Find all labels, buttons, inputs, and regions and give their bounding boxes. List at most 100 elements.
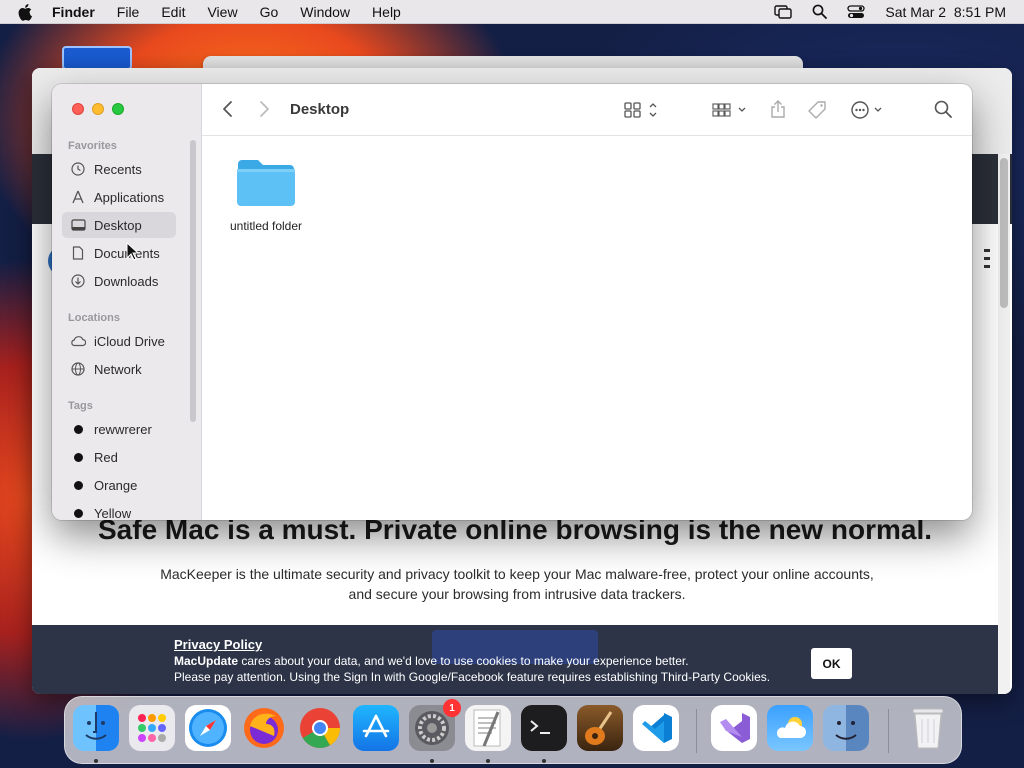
dock-app-weather[interactable] (767, 705, 813, 751)
spotlight-search-icon[interactable] (812, 4, 828, 19)
tag-color-dot (74, 452, 83, 462)
finder-toolbar: Desktop (202, 84, 972, 136)
sidebar-tag-rewwrerer[interactable]: rewwrerer (62, 416, 176, 442)
menu-bar: Finder File Edit View Go Window Help Sat… (0, 0, 1024, 24)
sidebar-item-recents[interactable]: Recents (62, 156, 176, 182)
garageband-icon (585, 711, 613, 745)
desktop-icon (70, 217, 86, 233)
tag-color-dot (74, 480, 83, 490)
cookie-line-1-text: cares about your data, and we'd love to … (238, 654, 689, 668)
finder-icon (85, 712, 107, 740)
browser-scroll-thumb[interactable] (1000, 158, 1008, 308)
cookie-banner: Privacy Policy MacUpdate cares about you… (32, 625, 998, 694)
menu-go[interactable]: Go (260, 4, 279, 20)
notification-badge: 1 (443, 699, 461, 717)
finder-alt-icon (835, 721, 857, 740)
dock-app-visual-studio[interactable] (711, 705, 757, 751)
sidebar-label: iCloud Drive (94, 333, 165, 349)
folder-item[interactable]: untitled folder (224, 156, 308, 233)
dock-app-firefox[interactable] (241, 705, 287, 751)
dock-app-trash[interactable] (905, 705, 951, 751)
more-actions-icon[interactable] (850, 100, 886, 120)
menu-edit[interactable]: Edit (161, 4, 185, 20)
folder-icon (237, 160, 295, 206)
vscode-icon (642, 713, 672, 743)
sidebar-item-documents[interactable]: Documents (62, 240, 176, 266)
sidebar-tag-orange[interactable]: Orange (62, 472, 176, 498)
sidebar-item-downloads[interactable]: Downloads (62, 268, 176, 294)
apple-menu-icon[interactable] (18, 3, 36, 21)
menu-app-name[interactable]: Finder (52, 4, 95, 20)
safari-icon (189, 709, 227, 747)
zoom-window-button[interactable] (112, 103, 124, 115)
trash-icon (912, 708, 944, 749)
close-window-button[interactable] (72, 103, 84, 115)
sidebar-tag-yellow[interactable]: Yellow (62, 500, 176, 520)
textedit-running-indicator (486, 759, 490, 763)
tag-icon[interactable] (808, 100, 828, 120)
cookie-brand: MacUpdate (174, 654, 239, 668)
group-by-icon[interactable] (712, 101, 748, 119)
favorites-header: Favorites (68, 140, 117, 152)
dock-app-finder[interactable] (73, 705, 119, 751)
desktop-folder-partial-icon[interactable] (62, 46, 132, 70)
terminal-icon (530, 720, 550, 734)
privacy-policy-link[interactable]: Privacy Policy (174, 637, 770, 653)
dock-app-system-settings[interactable]: 1 (409, 699, 461, 751)
dock: 1 (64, 696, 962, 764)
back-button[interactable] (222, 100, 234, 118)
menu-file[interactable]: File (117, 4, 140, 20)
settings-running-indicator (430, 759, 434, 763)
app-store-icon (362, 714, 390, 738)
dock-app-textedit[interactable] (465, 705, 511, 751)
sidebar-scrollbar[interactable] (190, 140, 196, 422)
minimize-window-button[interactable] (92, 103, 104, 115)
locations-header: Locations (68, 312, 120, 324)
dock-app-launchpad[interactable] (129, 705, 175, 751)
sidebar-item-icloud-drive[interactable]: iCloud Drive (62, 328, 176, 354)
sidebar-item-network[interactable]: Network (62, 356, 176, 382)
tag-color-dot (74, 508, 83, 518)
forward-button[interactable] (258, 100, 270, 118)
menu-window[interactable]: Window (300, 4, 350, 20)
sidebar-label: Red (94, 449, 118, 465)
finder-running-indicator (94, 759, 98, 763)
menu-clock[interactable]: Sat Mar 2 8:51 PM (885, 4, 1006, 20)
sidebar-label: Applications (94, 189, 165, 205)
download-icon (70, 273, 86, 289)
dock-separator (888, 709, 889, 753)
sidebar-item-applications[interactable]: Applications (62, 184, 176, 210)
document-icon (70, 245, 86, 261)
cookie-ok-button[interactable]: OK (811, 648, 852, 679)
hamburger-menu-icon[interactable] (984, 248, 990, 275)
screen-mirroring-icon[interactable] (774, 4, 793, 19)
cookie-line-1: MacUpdate cares about your data, and we'… (174, 653, 770, 669)
weather-icon (776, 717, 806, 738)
sidebar-label: Recents (94, 161, 142, 177)
menu-view[interactable]: View (207, 4, 237, 20)
sidebar-tag-red[interactable]: Red (62, 444, 176, 470)
dock-app-chrome[interactable] (297, 705, 343, 751)
cookie-text: Privacy Policy MacUpdate cares about you… (174, 637, 770, 685)
cookie-line-2: Please pay attention. Using the Sign In … (174, 670, 771, 684)
dock-app-garageband[interactable] (577, 705, 623, 751)
chrome-icon (300, 708, 340, 748)
folder-label: untitled folder (229, 219, 303, 233)
dock-app-finder-alt[interactable] (823, 705, 869, 751)
search-icon[interactable] (934, 100, 952, 118)
share-icon[interactable] (770, 99, 786, 119)
control-center-icon[interactable] (847, 4, 866, 19)
window-title: Desktop (290, 101, 350, 118)
dock-app-vscode[interactable] (633, 705, 679, 751)
dock-app-app-store[interactable] (353, 705, 399, 751)
sidebar-item-desktop[interactable]: Desktop (62, 212, 176, 238)
menu-help[interactable]: Help (372, 4, 401, 20)
view-mode-icon[interactable] (624, 101, 660, 119)
window-controls (72, 103, 124, 115)
sidebar-label: Yellow (94, 505, 132, 521)
launchpad-icon (138, 714, 166, 742)
dock-app-terminal[interactable] (521, 705, 567, 751)
browser-scrollbar[interactable] (998, 154, 1010, 694)
tag-color-dot (74, 424, 83, 434)
dock-app-safari[interactable] (185, 705, 231, 751)
